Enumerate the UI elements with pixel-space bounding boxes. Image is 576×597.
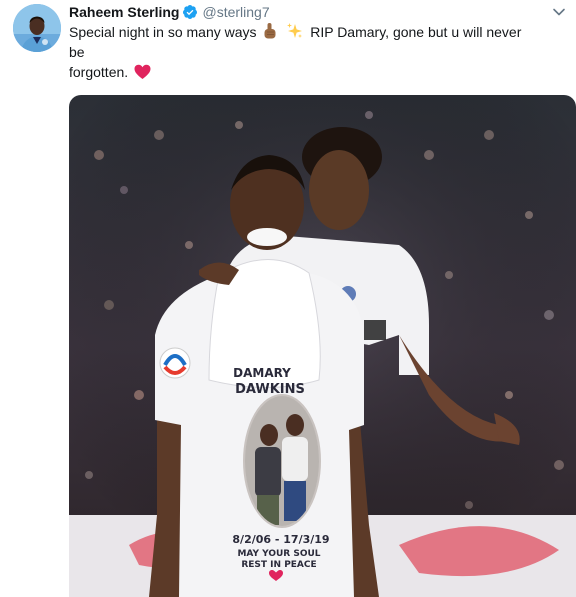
verified-badge-icon: [183, 5, 198, 19]
avatar-image: [13, 4, 61, 52]
tweet-text-line2: forgotten.: [69, 64, 129, 80]
photo-image: DAMARY DAWKINS 8/2/06 - 17/3/19 MAY YOUR…: [69, 95, 576, 597]
avatar[interactable]: [13, 4, 61, 52]
tweet-text: Special night in so many ways RIP Damary…: [69, 22, 539, 82]
shirt-name-partial: DAMARY: [233, 366, 291, 380]
tweet-photo[interactable]: DAMARY DAWKINS 8/2/06 - 17/3/19 MAY YOUR…: [69, 95, 576, 597]
shirt-message-line1: MAY YOUR SOUL: [237, 549, 320, 559]
tweet-header: Raheem Sterling @sterling7: [69, 3, 270, 21]
more-options-button[interactable]: [552, 5, 566, 17]
shirt-surname: DAWKINS: [235, 382, 305, 397]
author-display-name[interactable]: Raheem Sterling: [69, 4, 179, 20]
author-handle[interactable]: @sterling7: [202, 4, 269, 20]
tweet-text-line1: Special night in so many ways: [69, 24, 257, 40]
chevron-down-icon: [553, 8, 565, 16]
shirt-message-line2: REST IN PEACE: [241, 560, 316, 570]
sparkles-emoji-icon: [287, 23, 303, 38]
pointing-up-emoji-icon: [264, 23, 276, 39]
red-heart-emoji-icon: [134, 64, 151, 79]
shirt-dates: 8/2/06 - 17/3/19: [232, 533, 329, 546]
